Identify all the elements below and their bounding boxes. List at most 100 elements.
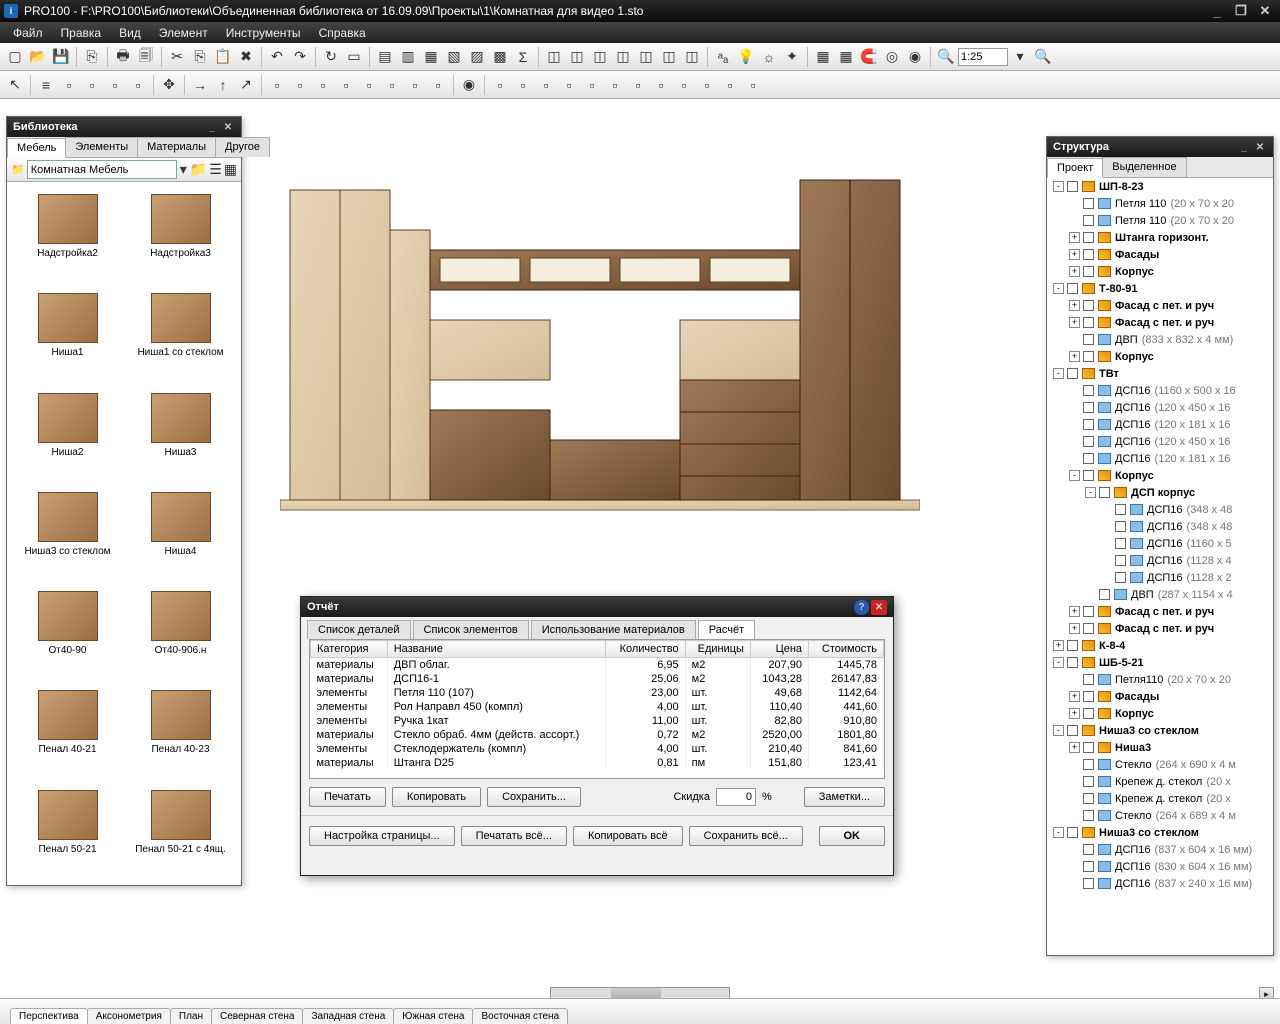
dist4-icon[interactable]: ▫ — [558, 74, 580, 96]
align6-icon[interactable]: ▫ — [381, 74, 403, 96]
tree-row[interactable]: +Ниша3 — [1047, 739, 1273, 756]
column-header[interactable]: Категория — [311, 641, 388, 658]
page-setup-button[interactable]: Настройка страницы... — [309, 826, 455, 846]
expander-icon[interactable]: - — [1053, 181, 1064, 192]
expander-icon[interactable] — [1069, 793, 1080, 804]
tree-row[interactable]: Петля 110(20 x 70 x 20 — [1047, 212, 1273, 229]
menu-Вид[interactable]: Вид — [110, 24, 150, 42]
table-row[interactable]: элементыРучка 1кат11,00шт.82,80910,80 — [311, 714, 884, 728]
axes-icon[interactable]: ✦ — [781, 46, 803, 68]
expander-icon[interactable] — [1101, 572, 1112, 583]
structure-tab[interactable]: Выделенное — [1102, 157, 1186, 177]
folder-combo[interactable] — [27, 160, 177, 179]
zoom-drop-icon[interactable]: ▾ — [1009, 46, 1031, 68]
cube7-icon[interactable]: ◫ — [681, 46, 703, 68]
checkbox[interactable] — [1067, 640, 1078, 651]
checkbox[interactable] — [1115, 555, 1126, 566]
tree-row[interactable]: ДСП16(120 x 181 x 16 — [1047, 416, 1273, 433]
column-header[interactable]: Стоимость — [809, 641, 884, 658]
tree-row[interactable]: Стекло(264 x 689 x 4 м — [1047, 807, 1273, 824]
expander-icon[interactable]: + — [1069, 691, 1080, 702]
tree-row[interactable]: ДСП16(830 x 604 x 16 мм) — [1047, 858, 1273, 875]
align8-icon[interactable]: ▫ — [427, 74, 449, 96]
menu-Справка[interactable]: Справка — [310, 24, 375, 42]
tree-row[interactable]: +Фасад с пет. и руч — [1047, 314, 1273, 331]
expander-icon[interactable] — [1069, 674, 1080, 685]
expander-icon[interactable] — [1101, 538, 1112, 549]
tree-row[interactable]: -ТВт — [1047, 365, 1273, 382]
expander-icon[interactable] — [1069, 759, 1080, 770]
copy-all-button[interactable]: Копировать всё — [573, 826, 683, 846]
panel6-icon[interactable]: ▩ — [489, 46, 511, 68]
tree-row[interactable]: +Фасад с пет. и руч — [1047, 620, 1273, 637]
center-icon[interactable]: ◉ — [458, 74, 480, 96]
checkbox[interactable] — [1083, 674, 1094, 685]
checkbox[interactable] — [1083, 742, 1094, 753]
notes-button[interactable]: Заметки... — [804, 787, 885, 807]
expander-icon[interactable]: + — [1069, 351, 1080, 362]
library-tab[interactable]: Материалы — [137, 137, 216, 157]
dist5-icon[interactable]: ▫ — [581, 74, 603, 96]
checkbox[interactable] — [1083, 402, 1094, 413]
t2d-icon[interactable]: ▫ — [127, 74, 149, 96]
print-button[interactable]: Печатать — [309, 787, 386, 807]
expander-icon[interactable] — [1101, 555, 1112, 566]
library-item[interactable]: Пенал 50-21 — [13, 784, 122, 879]
expander-icon[interactable]: - — [1069, 470, 1080, 481]
checkbox[interactable] — [1083, 793, 1094, 804]
expander-icon[interactable]: - — [1053, 368, 1064, 379]
checkbox[interactable] — [1083, 385, 1094, 396]
table-row[interactable]: элементыСтеклодержатель (компл)4,00шт.21… — [311, 742, 884, 756]
table-row[interactable]: материалыШтанга D250,81пм151,80123,41 — [311, 756, 884, 770]
view-tab[interactable]: Северная стена — [211, 1008, 304, 1024]
cube3-icon[interactable]: ◫ — [589, 46, 611, 68]
dist1-icon[interactable]: ▫ — [489, 74, 511, 96]
library-item[interactable]: От40-90 — [13, 585, 122, 680]
maximize-button[interactable]: ❐ — [1230, 3, 1252, 19]
view-grid-icon[interactable]: ▦ — [224, 161, 237, 179]
copy-button[interactable]: Копировать — [392, 787, 481, 807]
checkbox[interactable] — [1083, 776, 1094, 787]
expander-icon[interactable] — [1101, 504, 1112, 515]
align3-icon[interactable]: ▫ — [312, 74, 334, 96]
align1-icon[interactable]: ▫ — [266, 74, 288, 96]
checkbox[interactable] — [1083, 249, 1094, 260]
panel-close-icon[interactable]: ✕ — [221, 120, 235, 134]
dist10-icon[interactable]: ▫ — [696, 74, 718, 96]
tree-row[interactable]: ДВП(287 x 1154 x 4 — [1047, 586, 1273, 603]
expander-icon[interactable]: - — [1053, 657, 1064, 668]
table-row[interactable]: материалыДСП16-125,06м21043,2826147,83 — [311, 672, 884, 686]
checkbox[interactable] — [1083, 198, 1094, 209]
help-icon[interactable]: ? — [854, 600, 869, 615]
target-icon[interactable]: ◎ — [881, 46, 903, 68]
dist3-icon[interactable]: ▫ — [535, 74, 557, 96]
minimize-button[interactable]: _ — [1206, 3, 1228, 19]
redo-icon[interactable]: ↷ — [289, 46, 311, 68]
grid2-icon[interactable]: ▦ — [835, 46, 857, 68]
expander-icon[interactable]: - — [1085, 487, 1096, 498]
folder-up-icon[interactable]: 📁 — [190, 161, 207, 179]
checkbox[interactable] — [1067, 657, 1078, 668]
expander-icon[interactable]: + — [1069, 249, 1080, 260]
cube1-icon[interactable]: ◫ — [543, 46, 565, 68]
undo-icon[interactable]: ↶ — [266, 46, 288, 68]
tree-row[interactable]: +Фасады — [1047, 688, 1273, 705]
target2-icon[interactable]: ◉ — [904, 46, 926, 68]
tree-row[interactable]: ДСП16(1160 x 5 — [1047, 535, 1273, 552]
table-row[interactable]: материалыДВП облаг.6,95м2207,901445,78 — [311, 658, 884, 673]
column-header[interactable]: Цена — [750, 641, 808, 658]
library-item[interactable]: Пенал 40-23 — [126, 684, 235, 779]
library-item[interactable]: Надстройка2 — [13, 188, 122, 283]
panel-close-icon[interactable]: ✕ — [1253, 140, 1267, 154]
expander-icon[interactable] — [1069, 810, 1080, 821]
grid1-icon[interactable]: ▦ — [812, 46, 834, 68]
tree-row[interactable]: +Фасады — [1047, 246, 1273, 263]
checkbox[interactable] — [1083, 317, 1094, 328]
tree-row[interactable]: Стекло(264 x 690 x 4 м — [1047, 756, 1273, 773]
tree-row[interactable]: +Фасад с пет. и руч — [1047, 603, 1273, 620]
zoom-input[interactable] — [958, 48, 1008, 66]
print-all-button[interactable]: Печатать всё... — [461, 826, 567, 846]
menu-Правка[interactable]: Правка — [52, 24, 111, 42]
column-header[interactable]: Единицы — [685, 641, 750, 658]
expander-icon[interactable]: + — [1069, 708, 1080, 719]
